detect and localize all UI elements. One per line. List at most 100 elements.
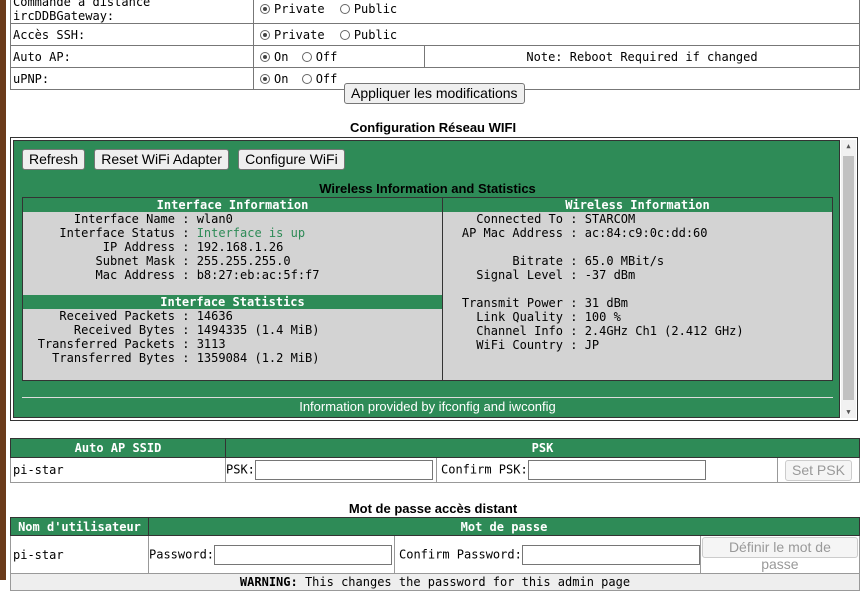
settings-row-remote: Commande à distance ircDDBGateway: Priva…	[10, 0, 860, 24]
radio-off-icon	[301, 73, 312, 84]
radio-private[interactable]: Private	[260, 2, 325, 16]
apply-button[interactable]: Appliquer les modifications	[344, 83, 525, 104]
info-row: Transferred Packets : 3113	[23, 337, 442, 351]
radio-on-icon	[260, 29, 270, 40]
info-key: Connected To	[476, 212, 563, 226]
info-row: WiFi Country : JP	[443, 338, 832, 352]
password-title: Mot de passe accès distant	[348, 501, 518, 516]
warning-label: WARNING:	[239, 575, 298, 589]
password-header: Mot de passe	[148, 517, 860, 536]
confirm-password-label: Confirm Password:	[399, 547, 522, 561]
warning-text: This changes the password for this admin…	[297, 575, 631, 589]
password-label: Password:	[149, 547, 215, 561]
settings-row-ssh: Accès SSH: Private Public	[10, 23, 860, 46]
info-row: Received Packets : 14636	[23, 309, 442, 323]
scroll-down-icon[interactable]: ▼	[841, 406, 856, 418]
wifi-footer: Information provided by ifconfig and iwc…	[299, 399, 556, 414]
wifi-panel: Refresh Reset WiFi Adapter Configure WiF…	[10, 137, 858, 421]
radio-off-icon	[301, 51, 312, 62]
info-value: STARCOM	[584, 212, 636, 226]
wireless-info-box: Interface Information Interface Name : w…	[22, 197, 833, 381]
info-value: 31 dBm	[584, 296, 629, 310]
info-key: Signal Level	[476, 268, 563, 282]
radio-off[interactable]: Off	[301, 71, 338, 86]
info-separator: :	[175, 240, 197, 254]
setting-label: uPNP:	[10, 67, 254, 90]
username-header: Nom d'utilisateur	[10, 517, 149, 536]
username-value: pi-star	[10, 535, 149, 574]
radio-on[interactable]: On	[260, 50, 288, 64]
radio-label: Public	[353, 27, 398, 42]
define-password-button[interactable]: Définir le mot de passe	[701, 537, 858, 572]
set-psk-button[interactable]: Set PSK	[785, 459, 852, 481]
info-value: ac:84:c9:0c:dd:60	[584, 226, 708, 240]
info-separator: :	[175, 337, 197, 351]
info-value: Interface is up	[196, 226, 306, 240]
radio-on[interactable]: On	[260, 72, 288, 86]
info-separator: :	[563, 324, 585, 338]
info-value: b8:27:eb:ac:5f:f7	[196, 268, 320, 282]
info-value: 2.4GHz Ch1 (2.412 GHz)	[584, 324, 744, 338]
configure-wifi-button[interactable]: Configure WiFi	[238, 149, 345, 170]
confirm-psk-input[interactable]	[527, 460, 706, 480]
info-separator: :	[175, 309, 197, 323]
info-value: 1494335 (1.4 MiB)	[196, 323, 320, 337]
info-key: Link Quality	[476, 310, 563, 324]
info-value: 100 %	[584, 310, 621, 324]
info-key: Subnet Mask	[95, 254, 175, 268]
autoap-ssid-header: Auto AP SSID	[10, 438, 226, 458]
scroll-up-icon[interactable]: ▲	[841, 140, 856, 152]
info-separator: :	[563, 268, 585, 282]
radio-label: Off	[315, 71, 338, 86]
info-key: WiFi Country	[476, 338, 563, 352]
info-row: Connected To : STARCOM	[443, 212, 832, 226]
radio-off-icon	[339, 29, 350, 40]
scroll-thumb[interactable]	[843, 156, 854, 400]
password-warning: WARNING: This changes the password for t…	[10, 573, 860, 591]
wifi-scrollbar[interactable]: ▲ ▼	[841, 140, 856, 418]
radio-label: Private	[274, 2, 325, 16]
info-value: 65.0 MBit/s	[584, 254, 665, 268]
info-separator: :	[175, 212, 197, 226]
info-separator: :	[563, 338, 585, 352]
iface-info-list: Interface Name : wlan0 Interface Status :…	[23, 212, 442, 282]
radio-public[interactable]: Public	[339, 2, 398, 16]
info-row: Transferred Bytes : 1359084 (1.2 MiB)	[23, 351, 442, 365]
reset-wifi-button[interactable]: Reset WiFi Adapter	[94, 149, 229, 170]
info-row: Signal Level : -37 dBm	[443, 268, 832, 282]
radio-public[interactable]: Public	[339, 27, 398, 42]
psk-input[interactable]	[254, 460, 433, 480]
info-key: Transferred Packets	[37, 337, 175, 351]
psk-label: PSK:	[226, 462, 255, 477]
wireless-info-header: Wireless Information	[443, 198, 832, 212]
info-row: Mac Address : b8:27:eb:ac:5f:f7	[23, 268, 442, 282]
info-value: wlan0	[196, 212, 233, 226]
password-input[interactable]	[214, 544, 393, 565]
info-value: 14636	[196, 309, 233, 323]
left-column: Interface Information Interface Name : w…	[23, 198, 443, 380]
confirm-psk-label: Confirm PSK:	[441, 462, 528, 477]
info-separator: :	[175, 226, 197, 240]
info-key: Transferred Bytes	[52, 351, 175, 365]
info-value: 255.255.255.0	[196, 254, 291, 268]
info-row: IP Address : 192.168.1.26	[23, 240, 442, 254]
radio-private[interactable]: Private	[260, 28, 325, 42]
info-row: Channel Info : 2.4GHz Ch1 (2.412 GHz)	[443, 324, 832, 338]
info-separator: :	[563, 254, 585, 268]
radio-label: Public	[353, 2, 398, 16]
info-key: Interface Name	[73, 212, 175, 226]
wireless-info-list: Connected To : STARCOM AP Mac Address : a…	[443, 212, 832, 352]
refresh-button[interactable]: Refresh	[22, 149, 86, 170]
radio-on-icon	[260, 51, 270, 62]
radio-off-icon	[339, 4, 350, 14]
info-separator: :	[563, 310, 585, 324]
info-row: Transmit Power : 31 dBm	[443, 296, 832, 310]
radio-label: Private	[274, 27, 325, 42]
info-separator: :	[175, 351, 197, 365]
info-value: -37 dBm	[584, 268, 636, 282]
confirm-password-input[interactable]	[521, 544, 700, 565]
radio-label: On	[274, 49, 289, 64]
radio-off[interactable]: Off	[301, 50, 337, 64]
info-key: IP Address	[102, 240, 175, 254]
info-row: Interface Status : Interface is up	[23, 226, 442, 240]
